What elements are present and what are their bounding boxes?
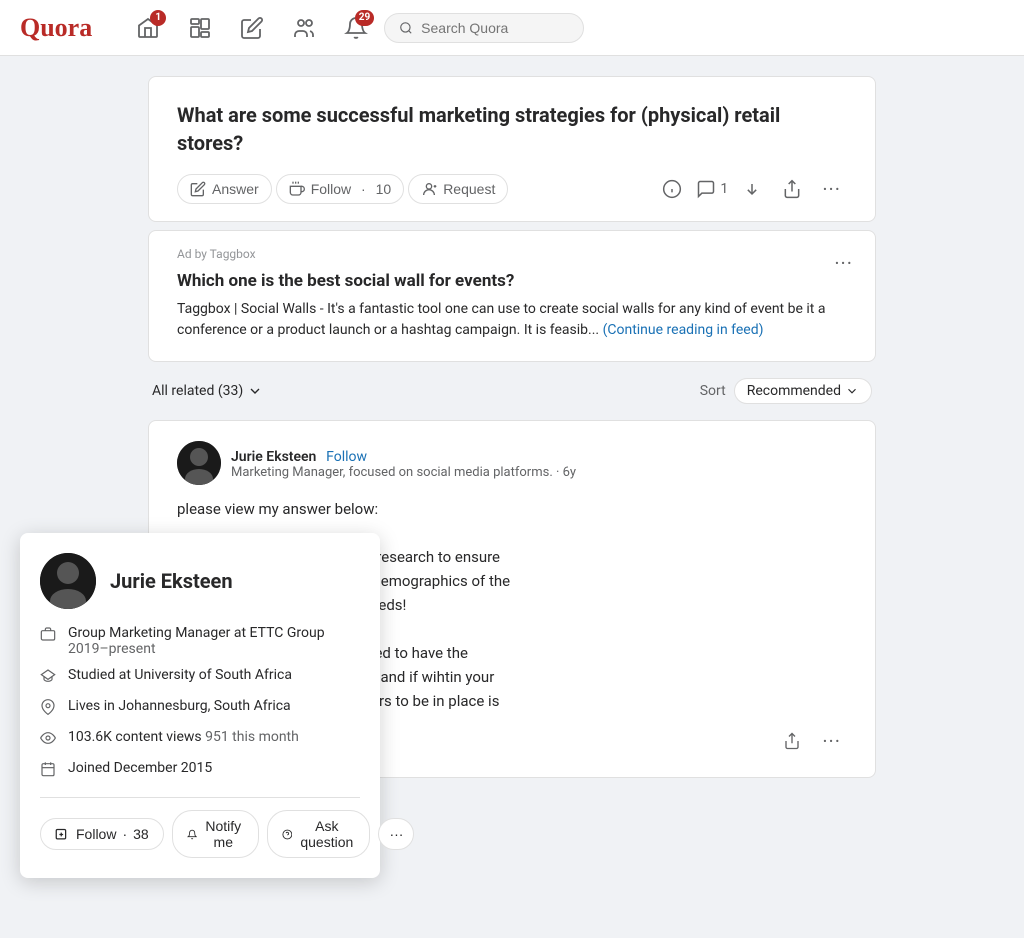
calendar-icon <box>40 761 58 781</box>
author-follow-button[interactable]: Follow <box>326 449 367 465</box>
popup-name: Jurie Eksteen <box>110 569 233 593</box>
comment-count: 1 <box>720 181 728 197</box>
popup-details: Group Marketing Manager at ETTC Group 20… <box>40 625 360 781</box>
question-card: What are some successful marketing strat… <box>148 76 876 222</box>
popup-more-button[interactable]: ··· <box>378 818 414 850</box>
popup-views-text: 103.6K content views 951 this month <box>68 729 299 745</box>
request-label: Request <box>443 181 495 197</box>
main-nav: 1 29 <box>124 4 1004 52</box>
follow-count: 10 <box>376 181 392 197</box>
popup-ask-button[interactable]: Ask question <box>267 810 371 858</box>
share-icon <box>783 732 801 750</box>
chevron-down-icon <box>247 383 263 399</box>
ask-label: Ask question <box>298 818 355 850</box>
sort-control: Sort Recommended <box>700 378 872 404</box>
answer-icon <box>190 181 206 197</box>
notifications-badge: 29 <box>355 10 374 26</box>
popup-education-text: Studied at University of South Africa <box>68 667 292 683</box>
nav-people[interactable] <box>280 4 328 52</box>
avatar-image <box>177 441 221 485</box>
popup-avatar <box>40 553 96 609</box>
author-meta: Marketing Manager, focused on social med… <box>231 465 847 480</box>
popup-job-text: Group Marketing Manager at ETTC Group 20… <box>68 625 360 657</box>
comment-button[interactable]: 1 <box>696 173 728 205</box>
popup-notify-button[interactable]: Notify me <box>172 810 259 858</box>
sort-bar: All related (33) Sort Recommended <box>148 370 876 412</box>
nav-spaces[interactable] <box>176 4 224 52</box>
sort-chevron-icon <box>845 384 859 398</box>
location-icon <box>40 699 58 719</box>
profile-popup: Jurie Eksteen Group Marketing Manager at… <box>20 533 380 878</box>
graduation-icon <box>40 668 58 688</box>
info-button[interactable] <box>656 173 688 205</box>
popup-follow-button[interactable]: Follow · 38 <box>40 818 164 850</box>
request-icon <box>421 181 437 197</box>
ad-continue-link[interactable]: (Continue reading in feed) <box>603 322 764 338</box>
popup-joined-row: Joined December 2015 <box>40 760 360 781</box>
ask-icon <box>282 827 293 842</box>
popup-education-row: Studied at University of South Africa <box>40 667 360 688</box>
all-related-button[interactable]: All related (33) <box>152 383 263 399</box>
notify-label: Notify me <box>203 818 244 850</box>
sort-value: Recommended <box>747 383 841 399</box>
eye-icon <box>40 730 58 750</box>
author-name[interactable]: Jurie Eksteen <box>231 449 316 465</box>
answer-share-button[interactable] <box>776 725 808 757</box>
sort-dropdown[interactable]: Recommended <box>734 378 872 404</box>
share-button[interactable] <box>776 173 808 205</box>
more-options-button[interactable]: ··· <box>816 173 847 205</box>
popup-header: Jurie Eksteen <box>40 553 360 609</box>
home-badge: 1 <box>150 10 166 26</box>
popup-location-row: Lives in Johannesburg, South Africa <box>40 698 360 719</box>
ad-label: Ad by Taggbox <box>177 247 847 261</box>
question-actions: Answer Follow · 10 Request 1 <box>177 173 847 205</box>
author-avatar[interactable] <box>177 441 221 485</box>
follow-icon <box>289 181 305 197</box>
ad-more-button[interactable]: ··· <box>828 247 859 279</box>
author-name-row: Jurie Eksteen Follow <box>231 447 847 465</box>
sort-label: Sort <box>700 383 726 399</box>
ad-title: Which one is the best social wall for ev… <box>177 271 847 291</box>
ad-text: Taggbox | Social Walls - It's a fantasti… <box>177 299 847 341</box>
author-info: Jurie Eksteen Follow Marketing Manager, … <box>231 447 847 480</box>
search-bar[interactable] <box>384 13 584 43</box>
bell-icon <box>187 827 197 842</box>
question-title: What are some successful marketing strat… <box>177 101 847 157</box>
search-input[interactable] <box>421 20 569 36</box>
nav-home[interactable]: 1 <box>124 4 172 52</box>
question-right-actions: 1 ··· <box>656 173 847 205</box>
popup-location-text: Lives in Johannesburg, South Africa <box>68 698 291 714</box>
popup-joined-text: Joined December 2015 <box>68 760 212 776</box>
answer-button[interactable]: Answer <box>177 174 272 204</box>
all-related-label: All related (33) <box>152 383 243 399</box>
downvote-button[interactable] <box>736 173 768 205</box>
ad-card: Ad by Taggbox Which one is the best soci… <box>148 230 876 362</box>
nav-write[interactable] <box>228 4 276 52</box>
popup-avatar-image <box>40 553 96 609</box>
search-icon <box>399 20 413 36</box>
quora-logo[interactable]: Quora <box>20 13 92 43</box>
popup-views-row: 103.6K content views 951 this month <box>40 729 360 750</box>
popup-follow-icon <box>55 827 70 842</box>
popup-footer: Follow · 38 Notify me Ask question ··· <box>40 797 360 858</box>
follow-label: Follow <box>311 181 351 197</box>
nav-notifications[interactable]: 29 <box>332 4 380 52</box>
follow-button[interactable]: Follow · 10 <box>276 174 405 204</box>
answer-label: Answer <box>212 181 259 197</box>
request-button[interactable]: Request <box>408 174 508 204</box>
popup-job-row: Group Marketing Manager at ETTC Group 20… <box>40 625 360 657</box>
answer-more-button[interactable]: ··· <box>816 725 847 757</box>
answer-header: Jurie Eksteen Follow Marketing Manager, … <box>177 441 847 485</box>
briefcase-icon <box>40 626 58 646</box>
